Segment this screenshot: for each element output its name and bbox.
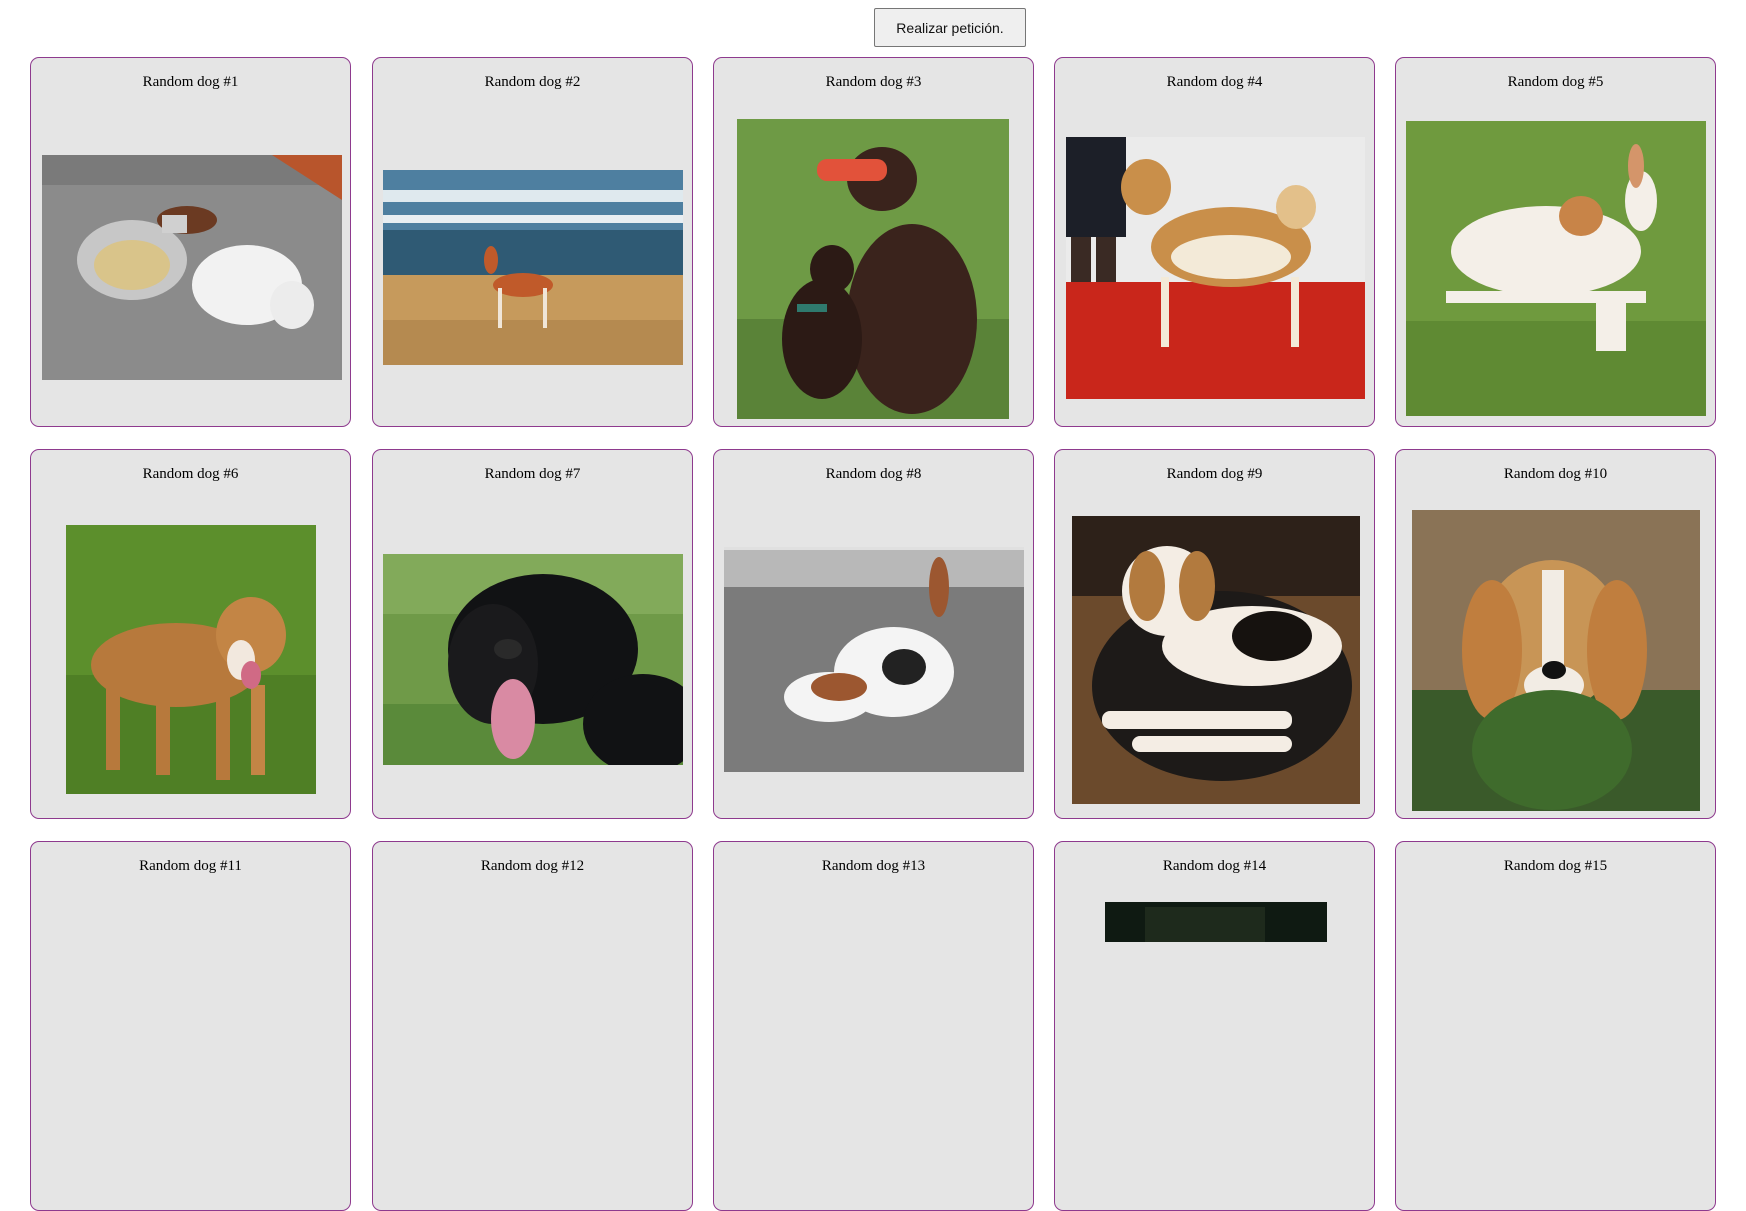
dog-card: Random dog #8 <box>713 449 1034 819</box>
dog-card: Random dog #2 <box>372 57 693 427</box>
dog-card: Random dog #11 <box>30 841 351 1211</box>
card-title: Random dog #1 <box>142 74 239 90</box>
dog-photo[interactable] <box>42 155 342 380</box>
card-title: Random dog #3 <box>825 74 922 90</box>
card-title: Random dog #8 <box>825 466 922 482</box>
dog-photo[interactable] <box>1066 137 1365 399</box>
card-title: Random dog #4 <box>1166 74 1263 90</box>
dog-grid: Random dog #1 Random dog #2 Random dog #… <box>0 0 1746 1211</box>
card-title: Random dog #7 <box>484 466 581 482</box>
card-title: Random dog #6 <box>142 466 239 482</box>
card-title: Random dog #15 <box>1503 858 1608 874</box>
dog-card: Random dog #7 <box>372 449 693 819</box>
card-title: Random dog #12 <box>480 858 585 874</box>
dog-card: Random dog #5 <box>1395 57 1716 427</box>
dog-photo[interactable] <box>383 554 683 765</box>
dog-photo[interactable] <box>1406 121 1706 416</box>
card-title: Random dog #2 <box>484 74 581 90</box>
card-title: Random dog #9 <box>1166 466 1263 482</box>
dog-photo[interactable] <box>1105 902 1327 942</box>
dog-photo[interactable] <box>1412 510 1700 811</box>
dog-photo[interactable] <box>1072 516 1360 804</box>
dog-card: Random dog #10 <box>1395 449 1716 819</box>
dog-photo[interactable] <box>737 119 1009 419</box>
dog-card: Random dog #14 <box>1054 841 1375 1211</box>
dog-card: Random dog #1 <box>30 57 351 427</box>
dog-photo[interactable] <box>383 170 683 365</box>
dog-card: Random dog #6 <box>30 449 351 819</box>
card-title: Random dog #13 <box>821 858 926 874</box>
card-title: Random dog #14 <box>1162 858 1267 874</box>
card-title: Random dog #10 <box>1503 466 1608 482</box>
dog-card: Random dog #3 <box>713 57 1034 427</box>
dog-card: Random dog #9 <box>1054 449 1375 819</box>
dog-card: Random dog #12 <box>372 841 693 1211</box>
card-title: Random dog #11 <box>139 858 242 874</box>
dog-card: Random dog #4 <box>1054 57 1375 427</box>
dog-card: Random dog #13 <box>713 841 1034 1211</box>
card-title: Random dog #5 <box>1507 74 1604 90</box>
dog-card: Random dog #15 <box>1395 841 1716 1211</box>
dog-photo[interactable] <box>66 525 316 794</box>
dog-photo[interactable] <box>724 547 1024 772</box>
